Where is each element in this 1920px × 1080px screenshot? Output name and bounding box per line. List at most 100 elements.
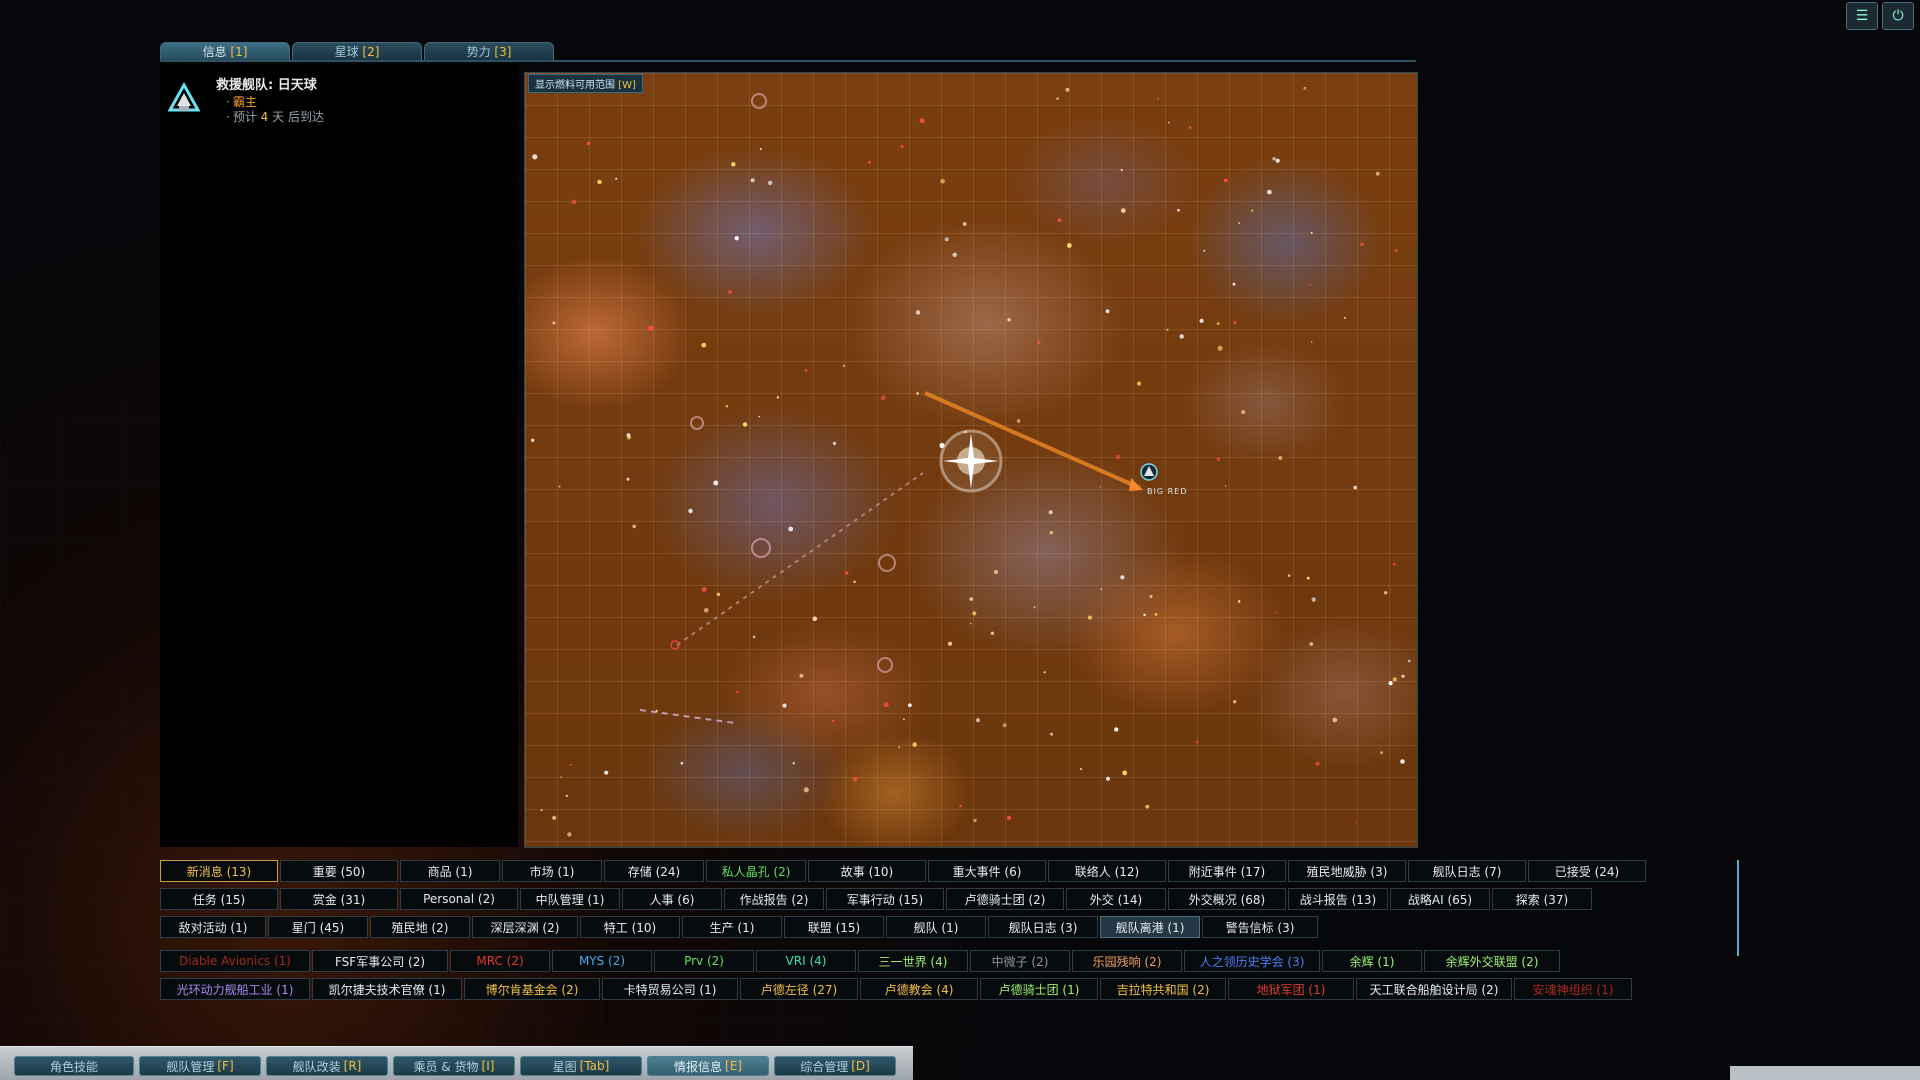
filter-button[interactable]: 外交概况 (68) [1168,888,1286,910]
filter-button[interactable]: 探索 (37) [1492,888,1592,910]
filter-button[interactable]: 三一世界 (4) [858,950,968,972]
filter-button[interactable]: 重要 (50) [280,860,398,882]
bottom-tab-4[interactable]: 星图 [Tab] [520,1056,642,1076]
filter-button[interactable]: 余辉外交联盟 (2) [1424,950,1560,972]
filter-scrollbar[interactable] [1737,860,1739,956]
filter-button[interactable]: 卢德教会 (4) [860,978,978,1000]
fleet-emblem-icon [168,82,200,112]
star-dot [626,433,631,437]
filter-button[interactable]: 联络人 (12) [1048,860,1166,882]
filter-button[interactable]: MRC (2) [450,950,550,972]
bottom-tab-5[interactable]: 情报信息 [E] [647,1056,769,1076]
star-dot [1233,700,1237,704]
filter-button[interactable]: 安魂神组织 (1) [1514,978,1632,1000]
filter-button[interactable]: 殖民地 (2) [370,916,470,938]
star-dot [804,368,808,372]
filter-button[interactable]: MYS (2) [552,950,652,972]
star-dot [1343,316,1346,319]
power-icon[interactable]: ⏻ [1882,2,1914,30]
filter-button[interactable]: 天工联合船舶设计局 (2) [1356,978,1512,1000]
filter-button[interactable]: 已接受 (24) [1528,860,1646,882]
filter-button[interactable]: 光环动力舰船工业 (1) [160,978,310,1000]
filter-button[interactable]: 深层深渊 (2) [472,916,578,938]
filter-button[interactable]: 卢德骑士团 (1) [980,978,1098,1000]
filter-button[interactable]: 私人晶孔 (2) [706,860,806,882]
filter-button[interactable]: 卢德左径 (27) [740,978,858,1000]
star-dot [688,508,693,514]
filter-button[interactable]: 乐园残响 (2) [1072,950,1182,972]
star-dot [916,392,919,395]
filter-button[interactable]: 作战报告 (2) [724,888,824,910]
star-dot [742,422,748,427]
star-dot [1115,454,1121,460]
star-dot [1224,485,1227,487]
filter-button[interactable]: Diable Avionics (1) [160,950,310,972]
star-dot [944,237,949,242]
message-title[interactable]: 救援舰队: 日天球 [216,74,317,93]
filter-button[interactable]: 市场 (1) [502,860,602,882]
star-dot [1048,510,1053,515]
star-dot [759,147,762,151]
filter-button[interactable]: 中队管理 (1) [520,888,620,910]
filter-button[interactable]: 赏金 (31) [280,888,398,910]
top-tab-1[interactable]: 星球 [2] [292,42,422,62]
filter-button[interactable]: Prv (2) [654,950,754,972]
filter-button[interactable]: 余辉 (1) [1322,950,1422,972]
filter-button[interactable]: 存储 (24) [604,860,704,882]
bottom-tab-3[interactable]: 乘员 & 货物 [I] [393,1056,515,1076]
filter-button[interactable]: 吉拉特共和国 (2) [1100,978,1226,1000]
star-dot [948,641,952,646]
filter-button[interactable]: 舰队离港 (1) [1100,916,1200,938]
filter-button[interactable]: Personal (2) [400,888,518,910]
filter-button[interactable]: 舰队 (1) [886,916,986,938]
filter-button[interactable]: 附近事件 (17) [1168,860,1286,882]
filter-button[interactable]: 星门 (45) [268,916,368,938]
filter-button[interactable]: 联盟 (15) [784,916,884,938]
top-tab-2[interactable]: 势力 [3] [424,42,554,62]
filter-button[interactable]: 外交 (14) [1066,888,1166,910]
filter-button[interactable]: 战斗报告 (13) [1288,888,1388,910]
filter-button[interactable]: 地狱军团 (1) [1228,978,1354,1000]
filter-button[interactable]: VRI (4) [756,950,856,972]
filter-button[interactable]: 舰队日志 (7) [1408,860,1526,882]
bottom-tab-0[interactable]: 角色技能 [14,1056,134,1076]
bottom-tab-1[interactable]: 舰队管理 [F] [139,1056,261,1076]
sector-map[interactable]: 显示燃料可用范围 [W] BIG RED [524,72,1418,848]
star-dot [1392,677,1397,682]
fuel-range-toggle[interactable]: 显示燃料可用范围 [W] [528,74,643,93]
star-dot [853,580,856,584]
filter-button[interactable]: 中微子 (2) [970,950,1070,972]
filter-button[interactable]: 卡特贸易公司 (1) [602,978,738,1000]
filter-button[interactable]: 舰队日志 (3) [988,916,1098,938]
star-dot [1105,309,1110,314]
menu-icon[interactable]: ☰ [1846,2,1878,30]
filter-button[interactable]: 敌对活动 (1) [160,916,266,938]
filter-button[interactable]: 殖民地威胁 (3) [1288,860,1406,882]
filter-button[interactable]: 任务 (15) [160,888,278,910]
filter-button[interactable]: 博尔肯基金会 (2) [464,978,600,1000]
filter-button[interactable]: 战略AI (65) [1390,888,1490,910]
bottom-tab-6[interactable]: 综合管理 [D] [774,1056,896,1076]
filter-button[interactable]: 特工 (10) [580,916,680,938]
star-dot [1120,168,1123,172]
filter-button[interactable]: 人事 (6) [622,888,722,910]
filter-button[interactable]: 凯尔捷夫技术官僚 (1) [312,978,462,1000]
filter-button[interactable]: 商品 (1) [400,860,500,882]
filter-button[interactable]: 军事行动 (15) [826,888,944,910]
star-dot [1195,740,1199,744]
filter-button[interactable]: 警告信标 (3) [1202,916,1318,938]
star-dot [812,616,818,622]
filter-button[interactable]: FSF军事公司 (2) [312,950,448,972]
filter-button[interactable]: 重大事件 (6) [928,860,1046,882]
top-tab-0[interactable]: 信息 [1] [160,42,290,62]
filter-button[interactable]: 卢德骑士团 (2) [946,888,1064,910]
filter-button[interactable]: 人之领历史学会 (3) [1184,950,1320,972]
filter-button[interactable]: 新消息 (13) [160,860,278,882]
star-dot [750,178,755,183]
filter-button[interactable]: 故事 (10) [808,860,926,882]
star-dot [1309,642,1314,646]
bottom-tab-2[interactable]: 舰队改装 [R] [266,1056,388,1076]
star-dot [560,776,562,779]
filter-button[interactable]: 生产 (1) [682,916,782,938]
star-dot [1401,674,1405,678]
